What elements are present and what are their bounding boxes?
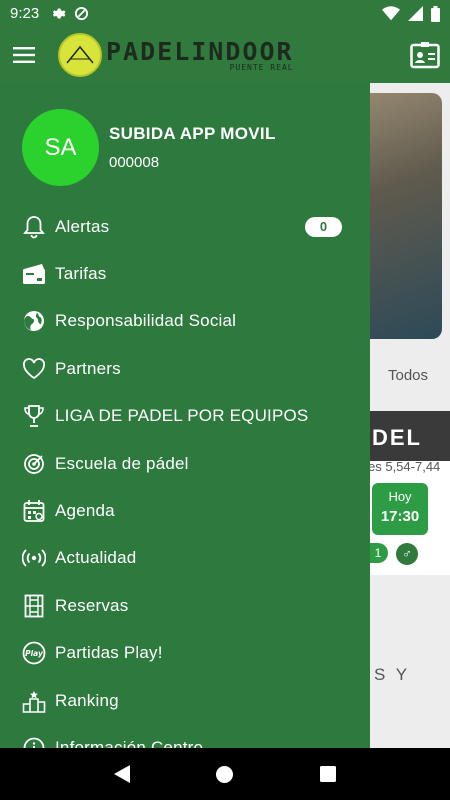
- membership-card-button[interactable]: [410, 41, 440, 69]
- status-time: 9:23: [10, 5, 40, 22]
- card-icon: [22, 262, 46, 286]
- hamburger-menu-icon: [13, 47, 35, 63]
- home-circle-icon: [216, 765, 234, 783]
- section-heading-partial: S Y: [374, 665, 411, 684]
- menu-item-label: LIGA DE PADEL POR EQUIPOS: [55, 406, 309, 426]
- podium-icon: [22, 689, 46, 713]
- settings-gear-icon: [53, 8, 66, 19]
- match-time: 17:30: [380, 508, 420, 525]
- target-icon: [22, 452, 46, 476]
- filter-todos[interactable]: Todos: [388, 367, 428, 384]
- status-bar: 9:23: [0, 0, 450, 27]
- menu-item-label: Información Centro: [55, 737, 204, 748]
- user-profile[interactable]: SA SUBIDA APP MOVIL 000008: [22, 109, 276, 186]
- id-card-icon: [410, 42, 440, 69]
- menu-item-informacion[interactable]: Información Centro: [0, 724, 370, 748]
- back-triangle-icon: [113, 765, 130, 783]
- app-logo: PADELINDOOR PUENTE REAL: [58, 33, 294, 77]
- players-pill: 1: [368, 543, 388, 563]
- logo-ball-icon: [58, 33, 102, 77]
- match-card[interactable]: DEL es 5,54-7,44 Hoy 17:30 1 ♂: [368, 411, 450, 575]
- menu-item-partidas-play[interactable]: Play Partidas Play!: [0, 630, 370, 677]
- globe-icon: [22, 309, 46, 333]
- system-navigation-bar: [0, 748, 450, 800]
- back-button[interactable]: [102, 754, 142, 794]
- battery-icon: [431, 5, 440, 22]
- menu-item-responsabilidad-social[interactable]: Responsabilidad Social: [0, 298, 370, 345]
- broadcast-icon: [22, 546, 46, 570]
- court-icon: [22, 594, 46, 618]
- menu-item-label: Alertas: [55, 216, 110, 236]
- menu-item-label: Agenda: [55, 501, 115, 521]
- menu-item-label: Ranking: [55, 690, 119, 710]
- menu-item-actualidad[interactable]: Actualidad: [0, 535, 370, 582]
- match-time-badge: Hoy 17:30: [372, 483, 428, 535]
- avatar: SA: [22, 109, 99, 186]
- user-name: SUBIDA APP MOVIL: [109, 124, 276, 143]
- menu-item-agenda[interactable]: Agenda: [0, 487, 370, 534]
- match-card-subtitle: es 5,54-7,44: [368, 459, 441, 474]
- menu-item-alertas[interactable]: Alertas 0: [0, 203, 370, 250]
- match-day: Hoy: [388, 489, 412, 504]
- heart-icon: [22, 357, 46, 381]
- menu-item-partners[interactable]: Partners: [0, 345, 370, 392]
- wifi-icon: [382, 6, 400, 21]
- play-badge-icon: Play: [22, 641, 46, 665]
- recents-button[interactable]: [308, 754, 348, 794]
- menu-item-label: Partners: [55, 358, 121, 378]
- calendar-icon: [22, 499, 46, 523]
- app-bar: PADELINDOOR PUENTE REAL: [0, 27, 450, 83]
- trophy-icon: [22, 404, 46, 428]
- menu-item-ranking[interactable]: Ranking: [0, 677, 370, 724]
- menu-item-reservas[interactable]: Reservas: [0, 582, 370, 629]
- menu-item-tarifas[interactable]: Tarifas: [0, 250, 370, 297]
- navigation-drawer: SA SUBIDA APP MOVIL 000008 Alertas 0 Tar…: [0, 83, 370, 748]
- home-button[interactable]: [205, 754, 245, 794]
- logo-title: PADELINDOOR: [106, 36, 294, 66]
- alerts-count-badge: 0: [305, 216, 342, 237]
- menu-item-label: Reservas: [55, 595, 129, 615]
- recents-square-icon: [320, 766, 337, 782]
- menu-button[interactable]: [0, 27, 48, 83]
- match-card-title: DEL: [372, 425, 422, 450]
- menu-item-label: Escuela de pádel: [55, 453, 189, 473]
- menu-item-label: Responsabilidad Social: [55, 311, 237, 331]
- info-icon: [22, 736, 46, 748]
- menu-item-escuela[interactable]: Escuela de pádel: [0, 440, 370, 487]
- data-saver-icon: [75, 6, 89, 21]
- menu-item-label: Actualidad: [55, 548, 137, 568]
- menu-item-label: Tarifas: [55, 264, 107, 284]
- signal-icon: [408, 6, 423, 21]
- user-code: 000008: [109, 154, 160, 171]
- menu-item-label: Partidas Play!: [55, 643, 163, 663]
- male-icon: ♂: [396, 543, 418, 565]
- menu-item-liga[interactable]: LIGA DE PADEL POR EQUIPOS: [0, 393, 370, 440]
- bell-icon: [22, 215, 46, 239]
- drawer-menu: Alertas 0 Tarifas Responsabilidad Social…: [0, 203, 370, 748]
- svg-text:Play: Play: [25, 649, 44, 658]
